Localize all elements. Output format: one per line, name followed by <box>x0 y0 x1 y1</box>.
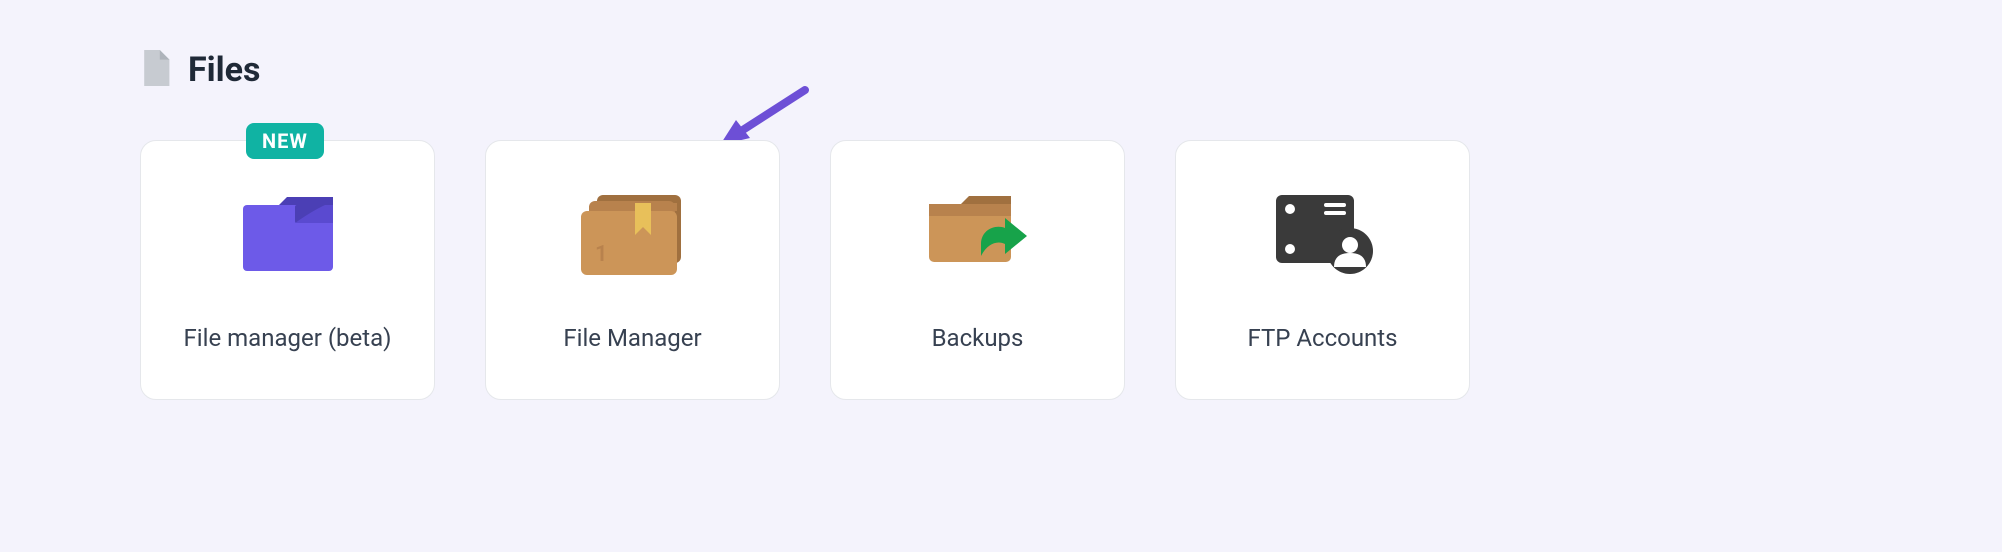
section-header: Files <box>140 50 1862 90</box>
folder-purple-icon <box>237 189 339 279</box>
cards-row: NEW File manager (beta) 1 File Manag <box>140 140 1862 400</box>
file-icon <box>140 50 170 90</box>
card-label: FTP Accounts <box>1247 324 1397 352</box>
ftp-accounts-icon <box>1268 189 1378 279</box>
card-label: Backups <box>932 324 1024 352</box>
folder-brown-icon: 1 <box>577 189 689 279</box>
card-label: File Manager <box>563 324 701 352</box>
svg-text:1: 1 <box>595 242 608 267</box>
card-file-manager-beta[interactable]: NEW File manager (beta) <box>140 140 435 400</box>
card-file-manager[interactable]: 1 File Manager <box>485 140 780 400</box>
card-ftp-accounts[interactable]: FTP Accounts <box>1175 140 1470 400</box>
card-backups[interactable]: Backups <box>830 140 1125 400</box>
folder-backup-icon <box>923 189 1033 279</box>
new-badge: NEW <box>246 123 324 159</box>
card-label: File manager (beta) <box>184 324 392 352</box>
section-title: Files <box>188 50 260 90</box>
